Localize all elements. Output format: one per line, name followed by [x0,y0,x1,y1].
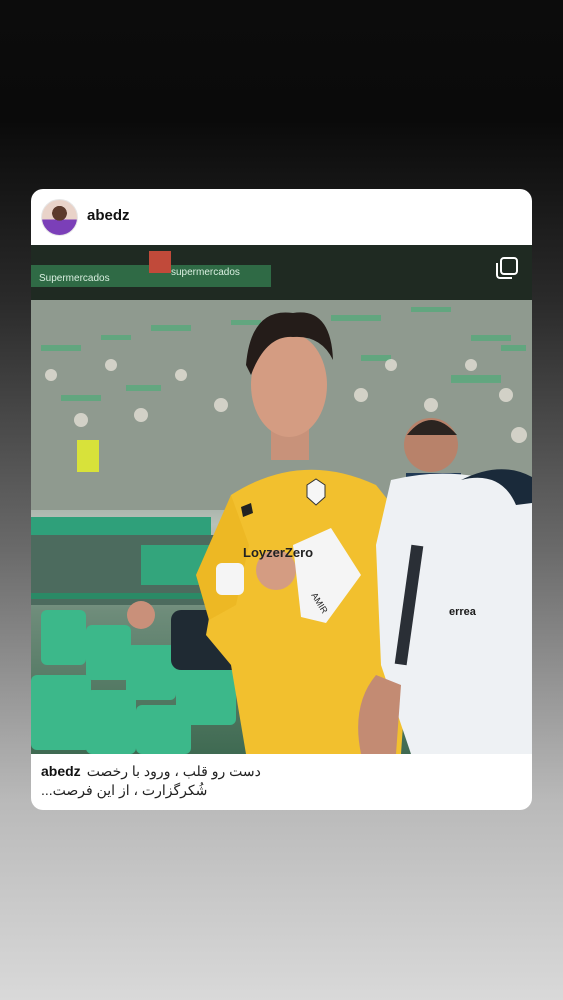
banner-text-2: supermercados [171,267,240,278]
carousel-icon [496,257,518,279]
errea-text: errea [449,606,477,618]
stadium-scene: Supermercados supermercados AMIR LoyzerZ… [31,245,532,754]
post-header[interactable]: abedz [31,189,532,245]
caption-text-line1: دست رو قلب ، ورود با رخصت [86,763,261,779]
post-caption: abedz دست رو قلب ، ورود با رخصت شُکرگزار… [41,762,522,800]
caption-text-line2: شُکرگزارت ، از این فرصت... [41,782,208,798]
banner-text-1: Supermercados [39,273,110,284]
steward-vest [77,440,99,472]
profile-avatar[interactable] [41,199,78,236]
caption-username[interactable]: abedz [41,762,81,781]
flag [149,251,171,273]
shared-post-card[interactable]: abedz Supermercados supermercados AMIR L… [31,189,532,810]
post-username[interactable]: abedz [87,207,130,224]
post-photo[interactable]: Supermercados supermercados AMIR LoyzerZ… [31,245,532,754]
shirt-sponsor: LoyzerZero [243,545,313,560]
